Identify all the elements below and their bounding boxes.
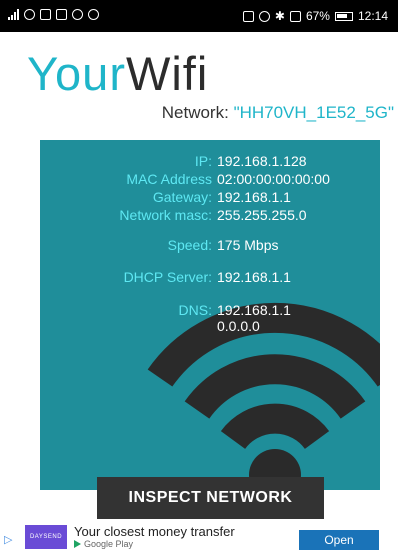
location-icon [88,9,99,20]
inspect-network-button[interactable]: INSPECT NETWORK [97,477,324,519]
dhcp-label: DHCP Server: [123,269,212,285]
dns-row-2: 0.0.0.0 [40,318,380,336]
app-logo: YourWifi [27,46,208,102]
mask-value: 255.255.255.0 [217,207,307,223]
dns-value-1: 192.168.1.1 [217,302,291,318]
mac-row: MAC Address 02:00:00:00:00:00 [40,171,380,189]
dns-label: DNS: [178,302,212,318]
chat-icon [72,9,83,20]
nfc-icon [242,10,254,22]
mac-label: MAC Address [126,171,212,187]
mac-value: 02:00:00:00:00:00 [217,171,330,187]
battery-icon [334,11,353,21]
mask-label: Network masc: [119,207,212,223]
network-info-card: IP: 192.168.1.128 MAC Address 02:00:00:0… [40,140,380,490]
logo-your: Your [27,47,126,100]
wifi-status-icon [24,9,35,20]
battery-percent: 67% [305,9,330,23]
status-icons-left [8,9,99,20]
ad-store: Google Play [74,539,133,549]
gateway-value: 192.168.1.1 [217,189,291,205]
speed-value: 175 Mbps [217,237,279,253]
signal-icon [8,9,19,20]
ip-value: 192.168.1.128 [217,153,307,169]
mask-row: Network masc: 255.255.255.0 [40,207,380,225]
ad-brand-logo[interactable]: DAYSEND [25,525,67,549]
clock: 12:14 [357,9,388,23]
ad-title[interactable]: Your closest money transfer [74,524,235,539]
logo-wifi: Wifi [125,47,209,100]
ip-label: IP: [194,153,212,169]
speed-row: Speed: 175 Mbps [40,237,380,255]
network-name-line: Network: "HH70VH_1E52_5G" [162,103,394,123]
google-play-icon [74,540,81,548]
gateway-row: Gateway: 192.168.1.1 [40,189,380,207]
dns-value-2: 0.0.0.0 [217,318,260,334]
ad-banner[interactable]: ▷ DAYSEND Your closest money transfer Go… [0,523,398,551]
ad-open-button[interactable]: Open [299,530,379,550]
message-icon [40,9,51,20]
dhcp-value: 192.168.1.1 [217,269,291,285]
ip-row: IP: 192.168.1.128 [40,153,380,171]
network-label: Network: [161,103,229,122]
speed-label: Speed: [167,237,212,253]
status-bar: ✱ 67% 12:14 [0,0,398,32]
alarm-icon [258,10,270,22]
ad-store-label: Google Play [84,539,134,549]
vibrate-icon [289,10,301,22]
bluetooth-icon: ✱ [274,9,285,23]
gateway-label: Gateway: [152,189,212,205]
dhcp-row: DHCP Server: 192.168.1.1 [40,269,380,287]
adchoices-icon[interactable]: ▷ [4,533,12,546]
notification-icon [56,9,67,20]
status-icons-right: ✱ 67% 12:14 [242,9,388,23]
network-ssid: "HH70VH_1E52_5G" [233,103,394,122]
